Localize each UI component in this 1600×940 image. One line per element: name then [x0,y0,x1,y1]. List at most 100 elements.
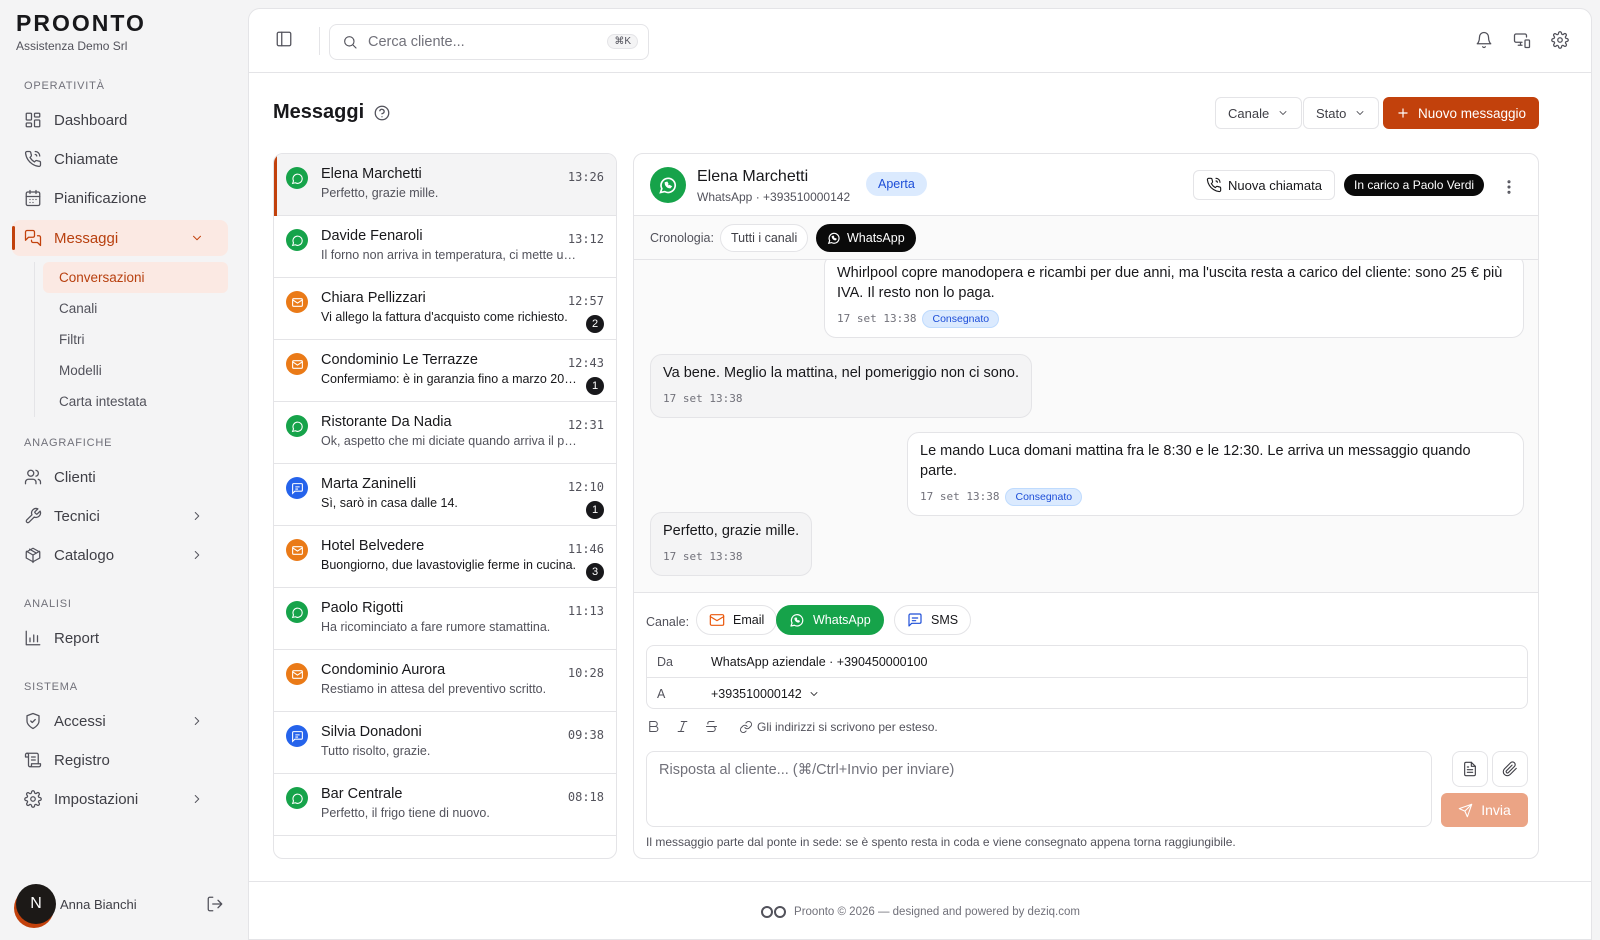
page-title: Messaggi [273,101,365,123]
sidebar-item-dashboard[interactable]: Dashboard [12,102,228,138]
unread-badge: 1 [586,501,604,519]
avatar[interactable]: N [16,884,56,924]
from-value: WhatsApp aziendale · +390450000100 [711,654,928,669]
bell-icon[interactable] [1475,31,1493,49]
wrench-icon [25,507,42,524]
button-label: Nuova chiamata [1228,177,1322,193]
sidebar-item-accessi[interactable]: Accessi [12,703,228,739]
assignee-badge[interactable]: In carico a Paolo Verdi [1344,174,1485,196]
new-call-button[interactable]: Nuova chiamata [1193,170,1335,200]
composer-note: Il messaggio parte dal ponte in sede: se… [646,835,1236,849]
message-incoming: Perfetto, grazie mille. 17 set 13:38 [650,512,813,576]
sms-icon [286,725,308,747]
address-fields: Da WhatsApp aziendale · +390450000100 A … [646,645,1528,709]
sidebar-item-clienti[interactable]: Clienti [12,459,228,495]
subnav-canali[interactable]: Canali [43,293,228,324]
delivered-badge: Consegnato [1005,488,1083,506]
conversation-item[interactable]: Condominio Le Terrazze 12:43 Confermiamo: … [274,340,616,402]
message-time: 17 set 13:38 [663,392,743,405]
conversation-item[interactable]: Silvia Donadoni 09:38 Tutto risolto, grazi… [274,712,616,774]
from-field[interactable]: Da WhatsApp aziendale · +390450000100 [647,646,1527,678]
sidebar-toggle-icon[interactable] [275,30,293,48]
reply-textarea[interactable] [646,751,1432,827]
sidebar-item-chiamate[interactable]: Chiamate [12,141,228,177]
subnav-conversazioni[interactable]: Conversazioni [43,262,228,293]
conversation-item[interactable]: Bar Centrale 08:18 Perfetto, il frigo tien… [274,774,616,836]
conversation-item[interactable]: Ristorante Da Nadia 12:31 Ok, aspetto che … [274,402,616,464]
conversation-time: 12:43 [567,356,604,370]
sidebar-item-messaggi[interactable]: Messaggi [12,220,228,256]
to-field[interactable]: A +393510000142 [647,678,1527,710]
search-input[interactable] [368,34,598,50]
history-whatsapp[interactable]: WhatsApp [816,224,916,252]
conversation-item[interactable]: Paolo Rigotti 11:13 Ha ricominciato a fare… [274,588,616,650]
conversation-preview: Restiamo in attesa del preventivo scritt… [321,682,547,696]
conversation-preview: Vi allego la fattura d'acquisto come ric… [321,310,568,324]
messages-icon [24,229,42,247]
sidebar-item-tecnici[interactable]: Tecnici [12,498,228,534]
package-icon [25,547,41,564]
sidebar-item-label: Pianificazione [54,189,147,207]
channel-email-button[interactable]: Email [696,605,778,635]
message-thread: Whirlpool copre manodopera e ricambi per… [634,260,1538,592]
filter-canale[interactable]: Canale [1215,97,1303,129]
template-button[interactable] [1452,751,1488,787]
conversation-time: 12:57 [567,294,604,308]
conversation-item[interactable]: Davide Fenaroli 13:12 Il forno non arriva … [274,216,616,278]
phone-call-icon [1206,177,1222,193]
search-box[interactable]: ⌘K [329,24,649,60]
message-meta: 17 set 13:38 [663,389,1019,409]
filter-label: Canale [1228,105,1270,121]
attach-button[interactable] [1492,751,1528,787]
sidebar-item-pianificazione[interactable]: Pianificazione [12,180,228,216]
conversation-item[interactable]: Condominio Aurora 10:28 Restiamo in attesa… [274,650,616,712]
deziq-logo-icon [761,905,787,918]
subnav-filtri[interactable]: Filtri [43,324,228,355]
conversation-preview: Perfetto, grazie mille. [321,186,439,200]
message-outgoing: Whirlpool copre manodopera e ricambi per… [824,260,1524,338]
history-all-channels[interactable]: Tutti i canali [720,224,809,252]
from-label: Da [657,654,673,669]
filter-label: Stato [1316,105,1347,121]
conversation-preview: Buongiorno, due lavastoviglie ferme in c… [321,558,577,572]
channel-sms-button[interactable]: SMS [894,605,972,635]
conversation-item[interactable]: Elena Marchetti 13:26 Perfetto, grazie mil… [274,154,616,216]
subnav-modelli[interactable]: Modelli [43,355,228,386]
bold-icon[interactable] [646,719,661,734]
whatsapp-icon [827,232,840,245]
devices-icon[interactable] [1513,31,1531,49]
gear-icon[interactable] [1551,31,1569,49]
plus-icon [1398,108,1408,118]
conversation-preview: Confermiamo: è in garanzia fino a marzo … [321,372,579,386]
sidebar-item-impostazioni[interactable]: Impostazioni [12,781,228,817]
conversation-name: Davide Fenaroli [321,228,423,244]
new-message-button[interactable]: Nuovo messaggio [1383,97,1539,129]
channel-whatsapp-button[interactable]: WhatsApp [776,605,884,635]
conversation-item[interactable]: Chiara Pellizzari 12:57 Vi allego la fattu… [274,278,616,340]
filter-stato[interactable]: Stato [1303,97,1380,129]
sidebar-item-catalogo[interactable]: Catalogo [12,537,228,573]
sidebar-item-registro[interactable]: Registro [12,742,228,778]
status-badge[interactable]: Aperta [866,172,927,196]
sidebar-item-label: Accessi [54,712,106,730]
user-menu[interactable]: N Anna Bianchi [16,884,232,924]
brand-logo[interactable]: PROONTO [16,10,146,37]
help-circle-icon[interactable] [373,104,391,122]
subnav-carta-intestata[interactable]: Carta intestata [43,386,228,417]
conversation-item[interactable]: Hotel Belvedere 11:46 Buongiorno, due lava… [274,526,616,588]
sidebar-item-report[interactable]: Report [12,620,228,656]
phone-icon [24,150,42,168]
message-incoming: Va bene. Meglio la mattina, nel pomerigg… [650,354,1033,418]
to-value[interactable]: +393510000142 [711,687,820,701]
mail-icon [286,663,308,685]
chevron-down-icon [193,235,201,241]
send-button[interactable]: Invia [1441,793,1528,827]
more-vertical-icon[interactable] [1500,178,1518,196]
conversation-item[interactable]: Marta Zaninelli 12:10 Sì, sarò in casa dal… [274,464,616,526]
italic-icon[interactable] [675,719,690,734]
logout-icon[interactable] [206,895,224,913]
chevron-down-icon [1356,111,1364,115]
conversation-name: Marta Zaninelli [321,476,417,492]
sidebar-item-label: Registro [54,751,110,769]
strikethrough-icon[interactable] [704,719,719,734]
